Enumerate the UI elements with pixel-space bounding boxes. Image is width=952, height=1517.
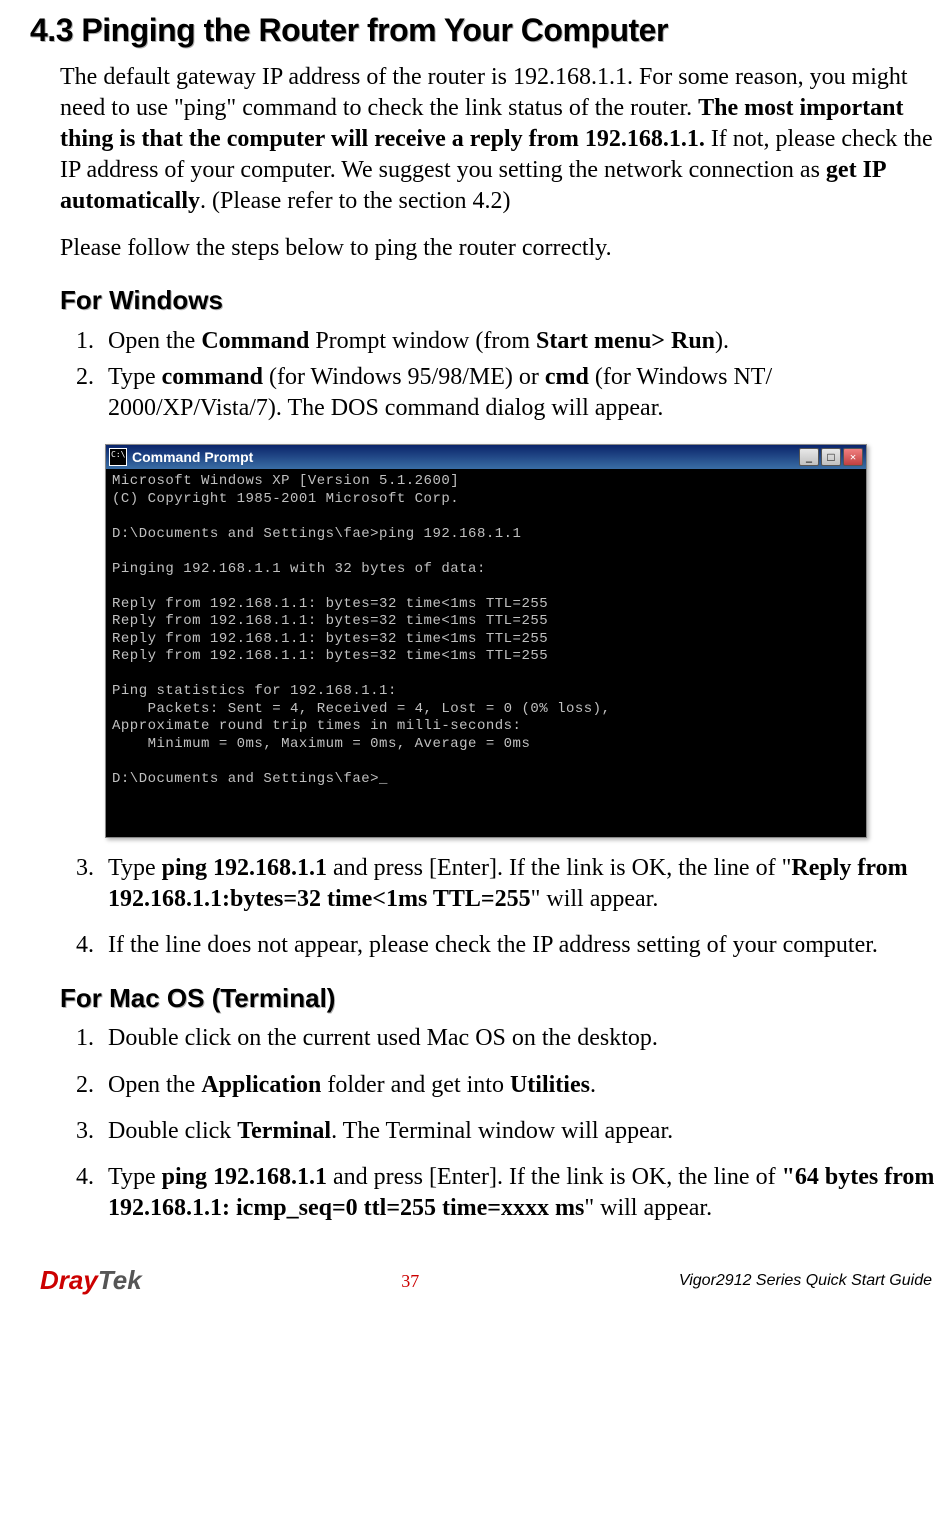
section-heading: 4.3 Pinging the Router from Your Compute… [30, 10, 942, 52]
step-bold: Utilities [510, 1072, 590, 1098]
step-bold: ping 192.168.1.1 [162, 855, 327, 881]
list-item: Type ping 192.168.1.1 and press [Enter].… [100, 853, 942, 915]
guide-title: Vigor2912 Series Quick Start Guide [679, 1271, 932, 1292]
step-text: and press [Enter]. If the link is OK, th… [327, 1164, 782, 1190]
step-text: (for Windows 95/98/ME) or [263, 364, 545, 390]
list-item: Double click Terminal. The Terminal wind… [100, 1116, 942, 1147]
step-text: Open the [108, 328, 201, 354]
step-bold: Command [201, 328, 309, 354]
step-bold: Terminal [237, 1118, 331, 1144]
list-item: Open the Application folder and get into… [100, 1070, 942, 1101]
step-bold: ping 192.168.1.1 [162, 1164, 327, 1190]
window-control-buttons: _ □ × [799, 448, 863, 466]
step-text: " will appear. [584, 1195, 712, 1221]
intro-paragraph-1: The default gateway IP address of the ro… [60, 62, 942, 218]
list-item: Double click on the current used Mac OS … [100, 1023, 942, 1054]
logo-tek: Tek [98, 1265, 142, 1295]
step-text: . The Terminal window will appear. [331, 1118, 673, 1144]
terminal-output: Microsoft Windows XP [Version 5.1.2600] … [106, 469, 866, 837]
intro-paragraph-2: Please follow the steps below to ping th… [60, 233, 942, 264]
command-prompt-window: Command Prompt _ □ × Microsoft Windows X… [105, 444, 867, 838]
list-item: Type command (for Windows 95/98/ME) or c… [100, 362, 942, 424]
windows-steps-list-continued: Type ping 192.168.1.1 and press [Enter].… [60, 853, 942, 962]
window-titlebar: Command Prompt _ □ × [106, 445, 866, 469]
logo-dray: Dray [40, 1265, 98, 1295]
draytek-logo: DrayTek [40, 1264, 142, 1298]
list-item: Open the Command Prompt window (from Sta… [100, 326, 942, 357]
step-text: " will appear. [531, 886, 659, 912]
step-text: Double click [108, 1118, 237, 1144]
step-text: Open the [108, 1072, 201, 1098]
list-item: If the line does not appear, please chec… [100, 930, 942, 961]
mac-subtitle: For Mac OS (Terminal) [60, 982, 942, 1016]
step-bold: cmd [545, 364, 589, 390]
step-text: Type [108, 855, 162, 881]
step-bold: Start menu> Run [536, 328, 715, 354]
intro-text-3: . (Please refer to the section 4.2) [200, 188, 511, 214]
step-text: and press [Enter]. If the link is OK, th… [327, 855, 791, 881]
step-text: Type [108, 1164, 162, 1190]
window-title-text: Command Prompt [132, 448, 253, 466]
step-bold: command [162, 364, 263, 390]
step-text: Type [108, 364, 162, 390]
minimize-button[interactable]: _ [799, 448, 819, 466]
list-item: Type ping 192.168.1.1 and press [Enter].… [100, 1162, 942, 1224]
mac-steps-list: Double click on the current used Mac OS … [60, 1023, 942, 1224]
maximize-button[interactable]: □ [821, 448, 841, 466]
step-text: Prompt window (from [309, 328, 536, 354]
windows-steps-list: Open the Command Prompt window (from Sta… [60, 326, 942, 425]
page-number: 37 [401, 1270, 419, 1293]
close-button[interactable]: × [843, 448, 863, 466]
page-footer: DrayTek 37 Vigor2912 Series Quick Start … [30, 1264, 942, 1298]
windows-subtitle: For Windows [60, 284, 942, 318]
step-text: folder and get into [321, 1072, 510, 1098]
step-bold: Application [201, 1072, 321, 1098]
command-prompt-icon [109, 448, 127, 466]
step-text: . [590, 1072, 596, 1098]
step-text: ). [715, 328, 729, 354]
